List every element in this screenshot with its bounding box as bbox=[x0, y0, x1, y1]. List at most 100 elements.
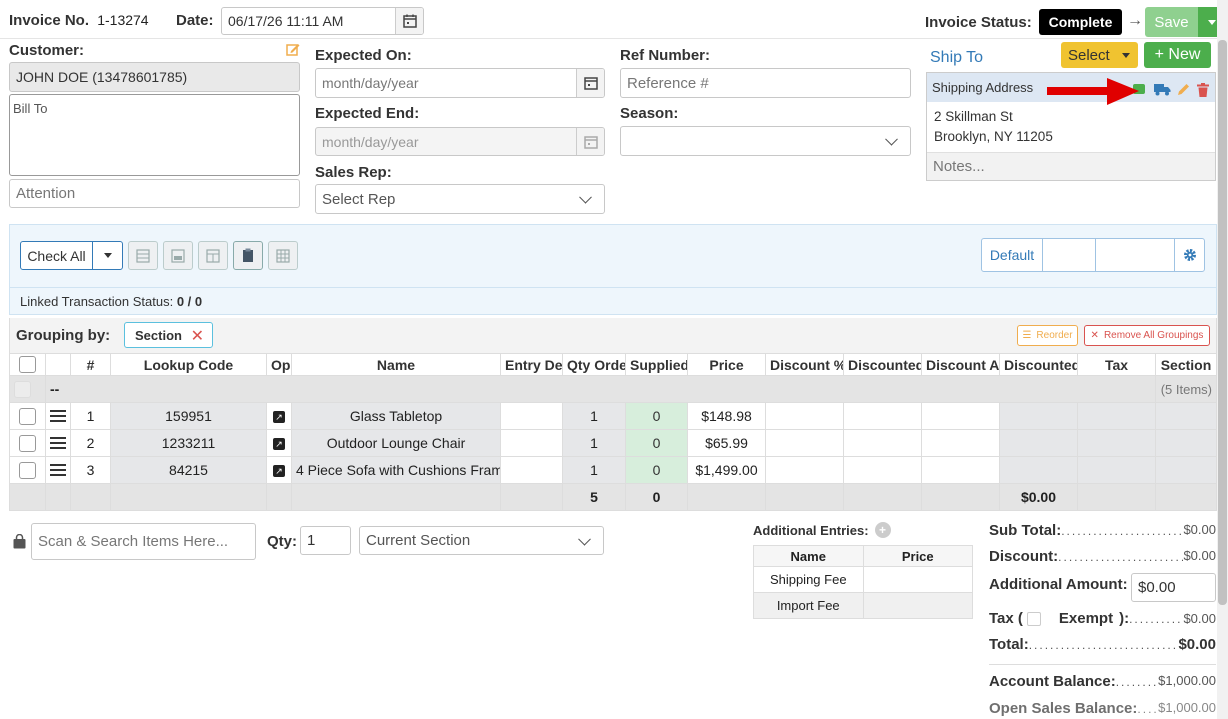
check-all-button[interactable]: Check All bbox=[20, 241, 93, 270]
qty-supplied[interactable]: 0 bbox=[625, 429, 688, 457]
col-header[interactable]: Tax bbox=[1077, 353, 1156, 376]
section-select[interactable]: Current Section bbox=[359, 526, 604, 555]
col-header[interactable]: # bbox=[70, 353, 111, 376]
default-view-button[interactable]: Default bbox=[982, 239, 1043, 271]
layout-icon[interactable] bbox=[163, 241, 193, 270]
col-header[interactable]: Discounted bbox=[999, 353, 1078, 376]
col-header[interactable]: Section bbox=[1155, 353, 1217, 376]
select-all-checkbox[interactable] bbox=[19, 356, 36, 374]
columns-icon[interactable] bbox=[128, 241, 158, 270]
new-address-button[interactable]: + New bbox=[1144, 42, 1211, 68]
attention-input[interactable]: Attention bbox=[9, 179, 300, 208]
entry-description[interactable] bbox=[500, 456, 563, 484]
expected-on-input[interactable]: month/day/year bbox=[315, 68, 605, 98]
qty-input[interactable]: 1 bbox=[300, 526, 351, 555]
bill-to-textarea[interactable]: Bill To bbox=[9, 94, 300, 176]
qty-ordered[interactable]: 1 bbox=[562, 429, 626, 457]
table-row[interactable]: 2 1233211 ↗ Outdoor Lounge Chair 1 0 $65.99 bbox=[9, 429, 1217, 457]
view-slot-1[interactable] bbox=[1043, 239, 1096, 271]
tax-exempt-checkbox[interactable] bbox=[1026, 611, 1041, 626]
select-address-button[interactable]: Select bbox=[1061, 42, 1138, 68]
date-input[interactable]: 06/17/26 11:11 AM bbox=[221, 7, 424, 35]
discount-amount[interactable] bbox=[921, 429, 1000, 457]
external-link-icon[interactable]: ↗ bbox=[273, 465, 285, 478]
grouping-tag-section[interactable]: Section ✕ bbox=[124, 322, 213, 348]
check-all-dropdown[interactable] bbox=[92, 241, 123, 270]
item-price[interactable]: $65.99 bbox=[687, 429, 766, 457]
entry-description[interactable] bbox=[500, 429, 563, 457]
scrollbar-thumb[interactable] bbox=[1218, 40, 1227, 605]
table-row[interactable]: 1 159951 ↗ Glass Tabletop 1 0 $148.98 bbox=[9, 402, 1217, 430]
list-icon: ☰ bbox=[1022, 330, 1032, 341]
save-button[interactable]: Save bbox=[1145, 7, 1198, 37]
discount-amount[interactable] bbox=[921, 456, 1000, 484]
truck-icon[interactable] bbox=[1154, 83, 1171, 99]
edit-icon[interactable] bbox=[286, 42, 300, 59]
trash-icon[interactable] bbox=[1197, 83, 1209, 100]
clipboard-icon[interactable] bbox=[233, 241, 263, 270]
drag-handle[interactable] bbox=[45, 429, 71, 457]
season-select[interactable] bbox=[620, 126, 911, 156]
close-icon[interactable]: ✕ bbox=[191, 326, 204, 346]
col-header[interactable]: Discounted bbox=[843, 353, 922, 376]
add-entry-icon[interactable]: + bbox=[874, 522, 891, 538]
qty-ordered[interactable]: 1 bbox=[562, 402, 626, 430]
calendar-icon[interactable] bbox=[395, 8, 423, 34]
table-icon[interactable] bbox=[198, 241, 228, 270]
row-checkbox[interactable] bbox=[19, 434, 36, 452]
qty-supplied[interactable]: 0 bbox=[625, 402, 688, 430]
item-price[interactable]: $1,499.00 bbox=[687, 456, 766, 484]
col-header[interactable]: Qty Orde bbox=[562, 353, 626, 376]
row-checkbox[interactable] bbox=[19, 461, 36, 479]
table-row[interactable]: 3 84215 ↗ 4 Piece Sofa with Cushions Frame 1… bbox=[9, 456, 1217, 484]
ref-number-input[interactable]: Reference # bbox=[620, 68, 911, 98]
entry-description[interactable] bbox=[500, 402, 563, 430]
external-link-icon[interactable]: ↗ bbox=[273, 411, 285, 424]
gear-icon[interactable] bbox=[1175, 239, 1204, 271]
discount-percent[interactable] bbox=[765, 429, 844, 457]
total-cell bbox=[687, 483, 766, 511]
expected-end-input[interactable]: month/day/year bbox=[315, 127, 605, 156]
qty-supplied[interactable]: 0 bbox=[625, 456, 688, 484]
grid-icon[interactable] bbox=[268, 241, 298, 270]
calendar-icon[interactable] bbox=[576, 128, 604, 155]
col-header[interactable]: Price bbox=[687, 353, 766, 376]
customer-field[interactable]: JOHN DOE (13478601785) bbox=[9, 62, 300, 92]
group-checkbox[interactable] bbox=[14, 380, 31, 398]
qty-ordered[interactable]: 1 bbox=[562, 456, 626, 484]
item-price[interactable]: $148.98 bbox=[687, 402, 766, 430]
leader-dots: .............. bbox=[1137, 702, 1158, 716]
additional-amount-input[interactable]: $0.00 bbox=[1131, 573, 1216, 602]
customer-value: JOHN DOE (13478601785) bbox=[16, 69, 188, 85]
calendar-icon[interactable] bbox=[576, 69, 604, 97]
discount-percent[interactable] bbox=[765, 402, 844, 430]
status-badge[interactable]: Complete bbox=[1039, 9, 1122, 35]
sales-rep-select[interactable]: Select Rep bbox=[315, 184, 605, 214]
drag-handle[interactable] bbox=[45, 402, 71, 430]
col-header[interactable]: Supplied bbox=[625, 353, 688, 376]
discounted-price[interactable] bbox=[843, 402, 922, 430]
discounted-price[interactable] bbox=[843, 429, 922, 457]
reorder-button[interactable]: ☰ Reorder bbox=[1017, 325, 1078, 346]
view-slot-2[interactable] bbox=[1096, 239, 1175, 271]
select-all-header[interactable] bbox=[9, 353, 46, 376]
additional-entry-price[interactable] bbox=[862, 566, 973, 593]
discount-label: Discount: bbox=[989, 548, 1059, 565]
discounted-price[interactable] bbox=[843, 456, 922, 484]
external-link-icon[interactable]: ↗ bbox=[273, 438, 285, 451]
additional-entry-price[interactable] bbox=[862, 592, 973, 619]
col-header[interactable]: Discount A bbox=[921, 353, 1000, 376]
discount-amount[interactable] bbox=[921, 402, 1000, 430]
remove-all-groupings-button[interactable]: ✕ Remove All Groupings bbox=[1084, 325, 1210, 346]
pencil-icon[interactable] bbox=[1177, 83, 1190, 99]
scan-search-input[interactable]: Scan & Search Items Here... bbox=[31, 523, 256, 560]
col-header[interactable]: Lookup Code bbox=[110, 353, 267, 376]
discount-percent[interactable] bbox=[765, 456, 844, 484]
col-header[interactable]: Name bbox=[291, 353, 501, 376]
col-header[interactable]: Op bbox=[266, 353, 292, 376]
address-notes[interactable]: Notes... bbox=[927, 152, 1215, 180]
col-header[interactable]: Entry De bbox=[500, 353, 563, 376]
row-checkbox[interactable] bbox=[19, 407, 36, 425]
col-header[interactable]: Discount % bbox=[765, 353, 844, 376]
drag-handle[interactable] bbox=[45, 456, 71, 484]
